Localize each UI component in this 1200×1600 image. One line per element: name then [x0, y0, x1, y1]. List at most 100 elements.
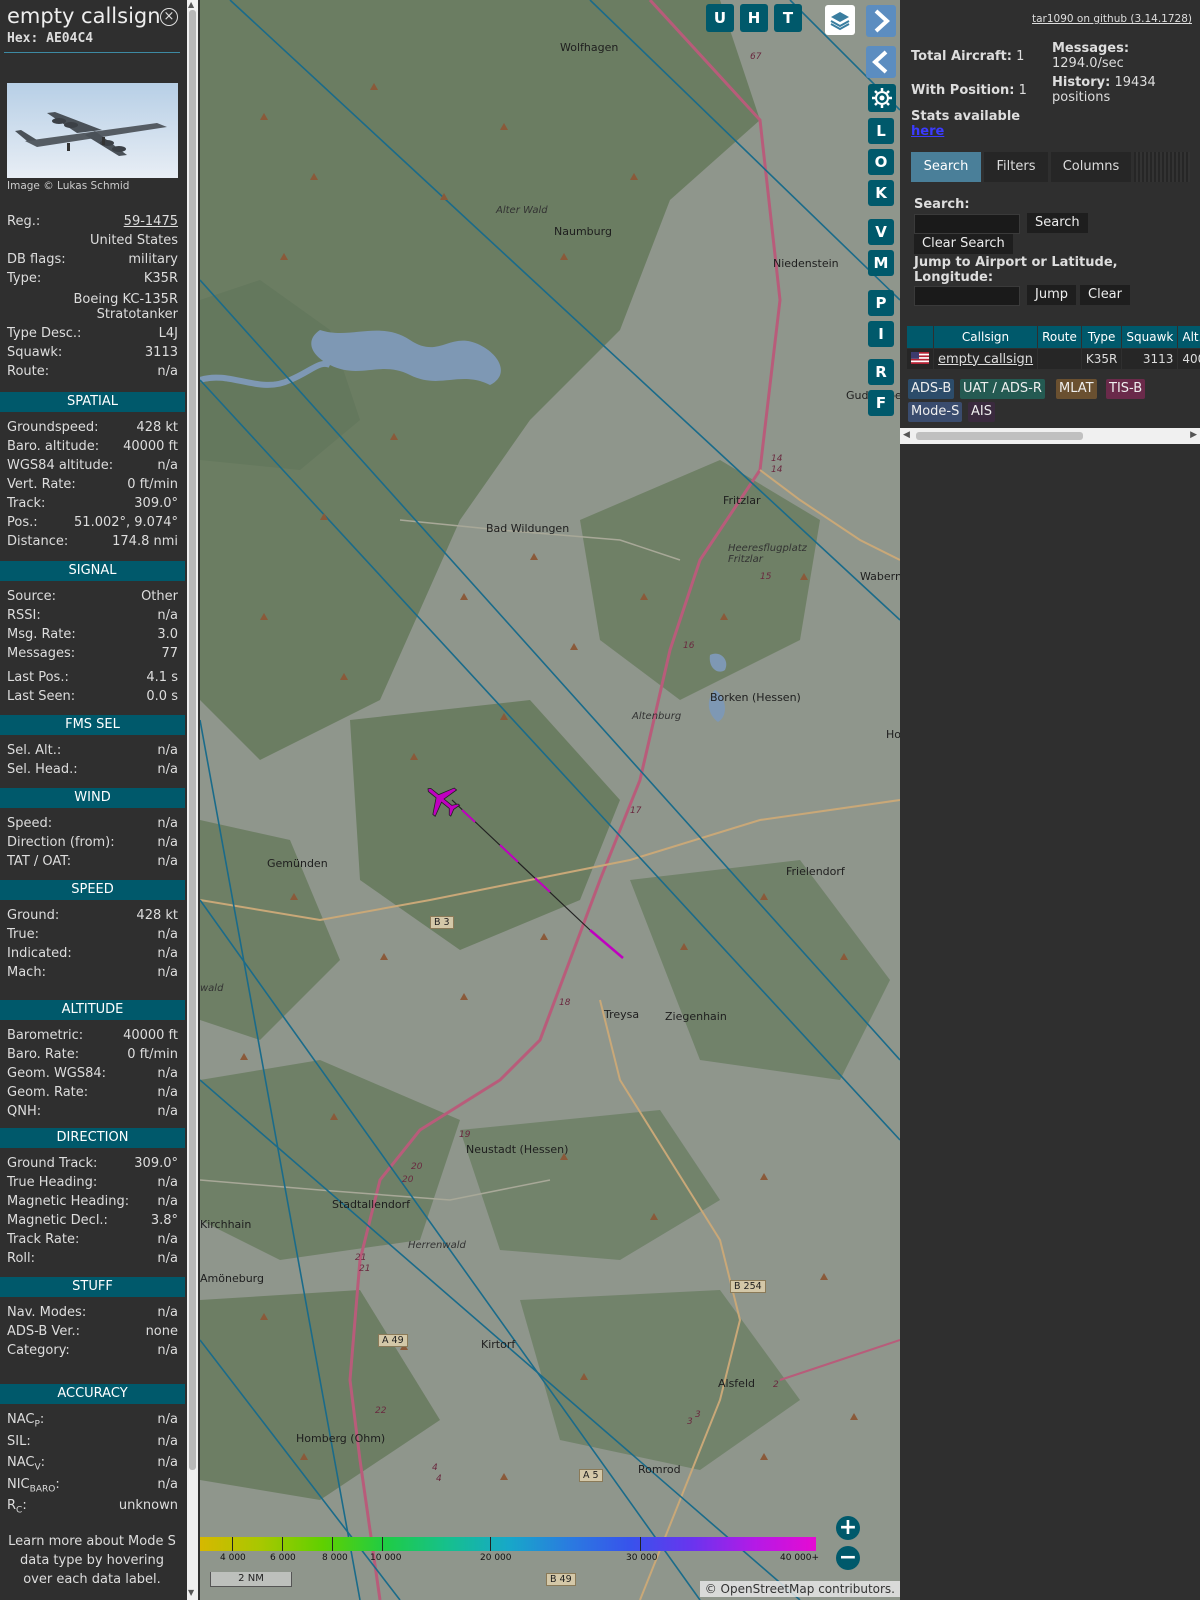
- info-row-label[interactable]: Track:: [7, 496, 45, 511]
- clear-search-button[interactable]: Clear Search: [914, 234, 1013, 254]
- settings-button[interactable]: [868, 84, 896, 112]
- info-row-label[interactable]: Baro. altitude:: [7, 439, 99, 454]
- info-row-label[interactable]: TAT / OAT:: [7, 854, 71, 869]
- map-button-u[interactable]: U: [706, 4, 734, 32]
- info-row-label[interactable]: Reg.:: [7, 214, 40, 229]
- info-row-label[interactable]: DB flags:: [7, 252, 66, 267]
- column-header-alt-f[interactable]: Alt. (f: [1177, 325, 1200, 349]
- info-row-label[interactable]: Track Rate:: [7, 1232, 79, 1247]
- info-row-label[interactable]: Geom. WGS84:: [7, 1066, 106, 1081]
- search-input[interactable]: [914, 214, 1020, 234]
- column-header-flag[interactable]: [906, 325, 934, 349]
- info-row-label[interactable]: Mach:: [7, 965, 46, 980]
- info-row-label[interactable]: Squawk:: [7, 345, 62, 360]
- info-row-label[interactable]: Messages:: [7, 646, 75, 661]
- version-link[interactable]: tar1090 on github (3.14.1728): [1032, 13, 1192, 25]
- search-button[interactable]: Search: [1027, 213, 1088, 233]
- map-button-k[interactable]: K: [868, 180, 894, 206]
- info-row-label[interactable]: Barometric:: [7, 1028, 83, 1043]
- info-row-value: none: [145, 1324, 178, 1339]
- clear-button[interactable]: Clear: [1080, 285, 1130, 305]
- info-row-label[interactable]: SIL:: [7, 1434, 31, 1449]
- info-panel-scrollbar[interactable]: ▲ ▼: [187, 0, 198, 1600]
- info-row-label[interactable]: Direction (from):: [7, 835, 115, 850]
- info-row-label[interactable]: RSSI:: [7, 608, 41, 623]
- layers-button[interactable]: [825, 5, 855, 35]
- map-button-p[interactable]: P: [868, 290, 894, 316]
- info-row-label[interactable]: ADS-B Ver.:: [7, 1324, 80, 1339]
- info-row-label[interactable]: NICBARO:: [7, 1477, 60, 1495]
- info-row-label[interactable]: Route:: [7, 364, 49, 379]
- info-row-label[interactable]: Vert. Rate:: [7, 477, 76, 492]
- info-row-label[interactable]: Ground Track:: [7, 1156, 97, 1171]
- callsign-cell[interactable]: empty callsign: [932, 348, 1039, 370]
- scroll-left-arrow-icon[interactable]: ◀: [903, 430, 910, 440]
- info-row-label[interactable]: Geom. Rate:: [7, 1085, 88, 1100]
- jump-button[interactable]: Jump: [1027, 285, 1076, 305]
- info-row-label[interactable]: Type Desc.:: [7, 326, 81, 341]
- stats-link[interactable]: here: [911, 124, 944, 139]
- info-row-label[interactable]: QNH:: [7, 1104, 41, 1119]
- scroll-up-arrow-icon[interactable]: ▲: [188, 0, 194, 9]
- column-header-callsign[interactable]: Callsign: [932, 325, 1039, 349]
- info-row-label[interactable]: Pos.:: [7, 515, 38, 530]
- info-row-label[interactable]: Baro. Rate:: [7, 1047, 79, 1062]
- map-button-i[interactable]: I: [868, 321, 894, 347]
- info-row-label[interactable]: Roll:: [7, 1251, 35, 1266]
- info-row-label[interactable]: NACV:: [7, 1455, 45, 1473]
- tab-columns[interactable]: Columns: [1051, 152, 1131, 182]
- info-row-label[interactable]: Last Pos.:: [7, 670, 69, 685]
- scroll-thumb[interactable]: [189, 10, 196, 1470]
- map-button-o[interactable]: O: [868, 149, 894, 175]
- info-row-label[interactable]: Category:: [7, 1343, 70, 1358]
- column-header-route[interactable]: Route: [1037, 325, 1082, 349]
- info-row-label[interactable]: Nav. Modes:: [7, 1305, 86, 1320]
- table-row[interactable]: empty callsign K35R31134000: [906, 348, 1200, 370]
- info-row-label[interactable]: WGS84 altitude:: [7, 458, 113, 473]
- info-row-label[interactable]: Indicated:: [7, 946, 72, 961]
- map-button-m[interactable]: M: [868, 250, 894, 276]
- info-row-label[interactable]: Speed:: [7, 816, 52, 831]
- map-button-t[interactable]: T: [774, 4, 802, 32]
- info-row-label[interactable]: Msg. Rate:: [7, 627, 76, 642]
- zoom-in-button[interactable]: +: [836, 1516, 860, 1540]
- tab-search[interactable]: Search: [911, 152, 981, 182]
- map-button-l[interactable]: L: [868, 118, 894, 144]
- map-button-h[interactable]: H: [740, 4, 768, 32]
- column-header-type[interactable]: Type: [1080, 325, 1123, 349]
- info-row-label[interactable]: Groundspeed:: [7, 420, 98, 435]
- info-row-label[interactable]: Source:: [7, 589, 56, 604]
- map[interactable]: WolfhagenAlter WaldNaumburgNiedensteinGu…: [200, 0, 900, 1600]
- registration-link[interactable]: 59-1475: [124, 214, 178, 229]
- map-button-f[interactable]: F: [868, 390, 894, 416]
- column-header-squawk[interactable]: Squawk: [1121, 325, 1179, 349]
- aircraft-icon[interactable]: [422, 780, 462, 820]
- table-scroll-thumb[interactable]: [916, 432, 1083, 440]
- zoom-out-button[interactable]: −: [836, 1546, 860, 1570]
- info-row-label[interactable]: Distance:: [7, 534, 68, 549]
- info-row-label[interactable]: Magnetic Heading:: [7, 1194, 129, 1209]
- close-icon[interactable]: ×: [160, 8, 178, 26]
- info-row-label[interactable]: NACP:: [7, 1412, 44, 1430]
- info-row-label[interactable]: Magnetic Decl.:: [7, 1213, 108, 1228]
- info-row-label[interactable]: Ground:: [7, 908, 59, 923]
- osm-link[interactable]: OpenStreetMap: [721, 1582, 815, 1596]
- info-row-label[interactable]: Sel. Head.:: [7, 762, 78, 777]
- info-row-label[interactable]: RC:: [7, 1498, 27, 1516]
- scroll-right-arrow-icon[interactable]: ▶: [1190, 430, 1197, 440]
- scroll-down-arrow-icon[interactable]: ▼: [188, 1588, 194, 1597]
- map-button-v[interactable]: V: [868, 219, 894, 245]
- info-row-label[interactable]: True:: [7, 927, 39, 942]
- info-row-label[interactable]: Sel. Alt.:: [7, 743, 61, 758]
- info-row-label[interactable]: True Heading:: [7, 1175, 97, 1190]
- map-button-r[interactable]: R: [868, 359, 894, 385]
- table-scrollbar[interactable]: ◀ ▶: [900, 428, 1200, 444]
- collapse-sidebar-button[interactable]: [866, 46, 896, 78]
- messages-stat: Messages: 1294.0/sec: [1052, 41, 1129, 71]
- info-row-label[interactable]: Type:: [7, 271, 41, 286]
- jump-input[interactable]: [914, 286, 1020, 306]
- expand-sidebar-button[interactable]: [866, 5, 896, 37]
- info-row-label[interactable]: Last Seen:: [7, 689, 75, 704]
- tab-filters[interactable]: Filters: [984, 152, 1048, 182]
- aircraft-photo[interactable]: [7, 83, 178, 178]
